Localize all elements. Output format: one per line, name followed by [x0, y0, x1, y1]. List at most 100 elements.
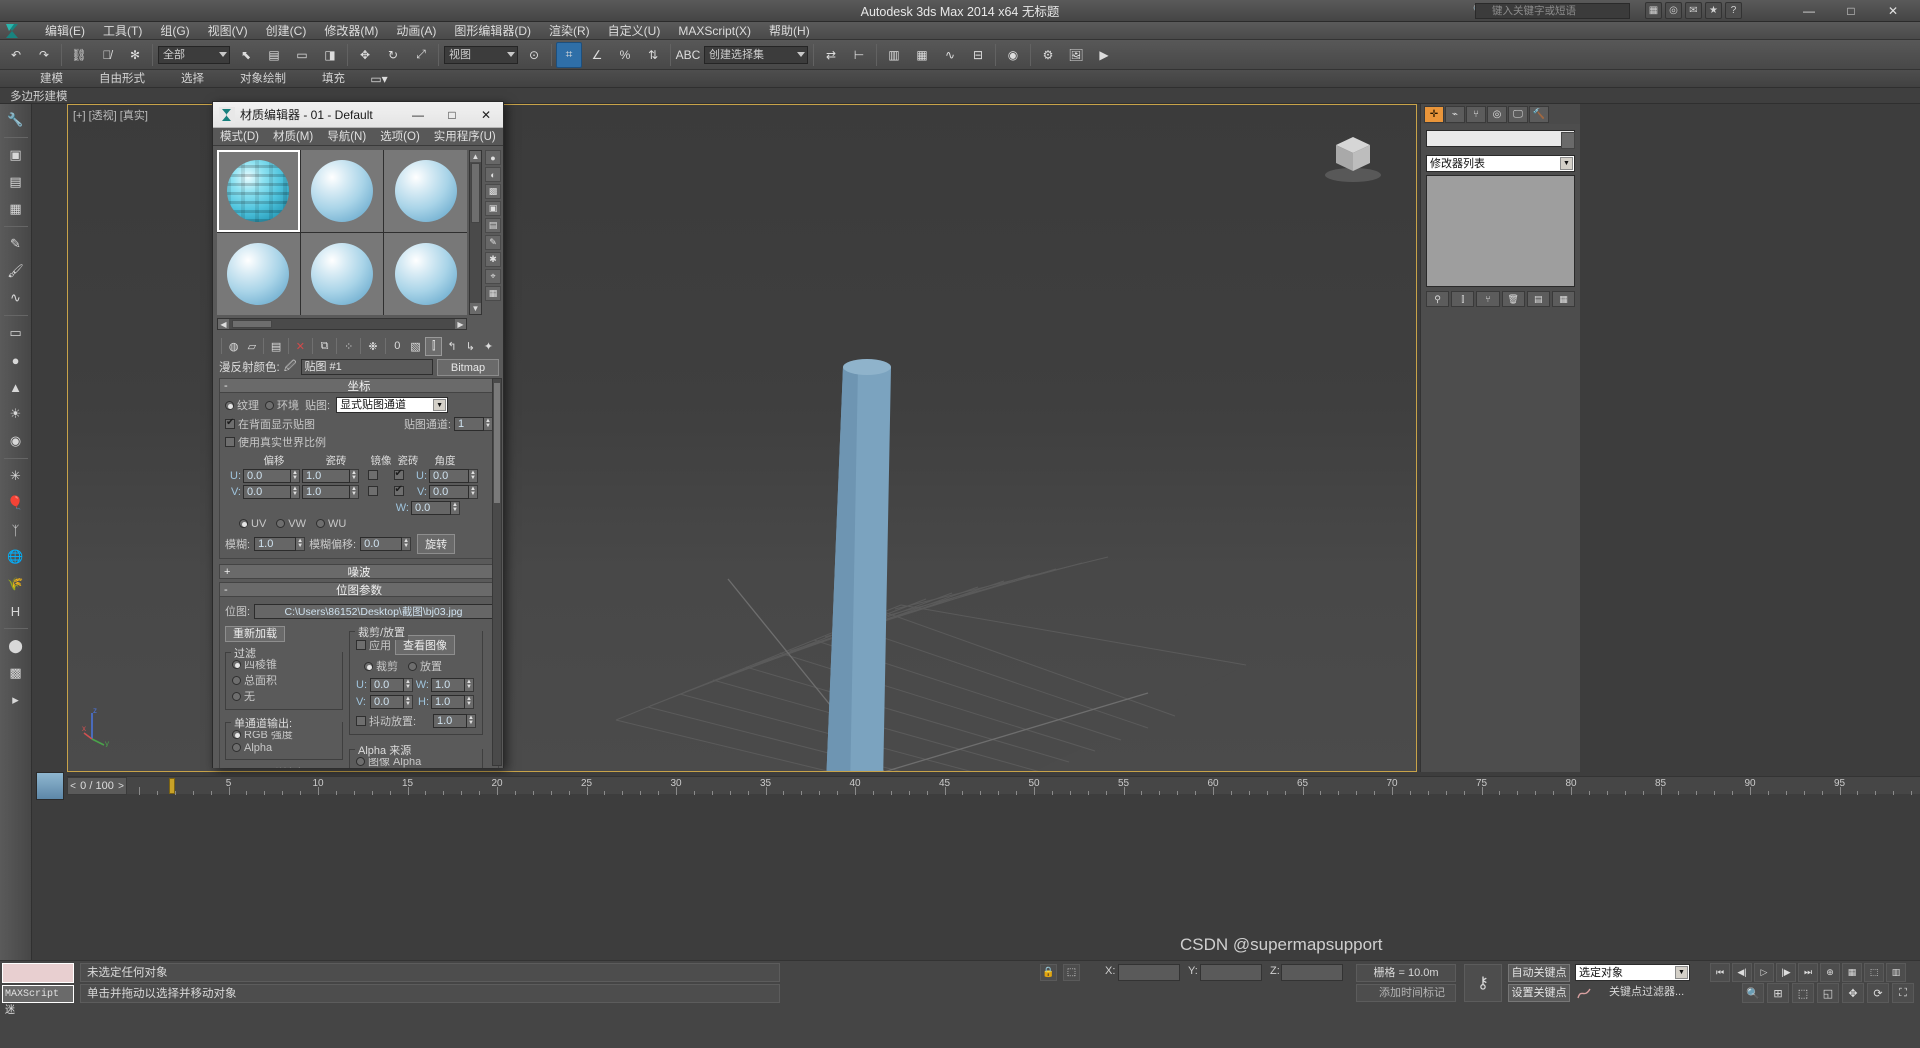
spinner-arrows-icon[interactable]: ▲ ▼ [469, 485, 478, 499]
sphere-shade-icon[interactable]: ● [3, 348, 29, 372]
rollout-coordinates-header[interactable]: - 坐标 [219, 378, 499, 393]
viewport-label[interactable]: [+] [透视] [真实] [73, 107, 148, 123]
go-to-end-icon[interactable]: ⏭ [1798, 963, 1818, 982]
show-map-on-back-checkbox[interactable]: 在背面显示贴图 [225, 416, 315, 432]
v-angle-spinner[interactable]: 0.0 ▲ ▼ [429, 485, 478, 499]
menu-item-rendering[interactable]: 渲染(R) [540, 22, 599, 40]
wu-radio[interactable]: WU [316, 518, 346, 530]
spinner-arrows-icon[interactable]: ▲ ▼ [350, 469, 359, 483]
time-configuration-icon[interactable]: ⊕ [1820, 963, 1840, 982]
crop-radio[interactable]: 裁剪 [364, 658, 398, 674]
assign-material-to-selection-icon[interactable]: ▤ [267, 337, 284, 356]
v-angle-value[interactable]: 0.0 [429, 485, 469, 499]
cube-icon[interactable]: ▣ [3, 143, 29, 167]
spinner-arrows-icon[interactable]: ▲ ▼ [404, 678, 413, 692]
make-unique-icon[interactable]: ⁘ [340, 337, 357, 356]
play-animation-icon[interactable]: ▷ [1754, 963, 1774, 982]
spline-icon[interactable]: ∿ [3, 286, 29, 310]
select-scale-icon[interactable]: ⤢ [408, 42, 434, 68]
scroll-thumb[interactable] [232, 320, 272, 328]
menu-item-views[interactable]: 视图(V) [199, 22, 257, 40]
help-search-input[interactable]: 键入关键字或短语 [1475, 3, 1630, 19]
track-bar[interactable]: 0 / 100 < > 5 10 15 20 25 30 35 40 45 50 55 60 65 70 7… [67, 776, 1920, 795]
sample-slot-4[interactable] [217, 233, 300, 315]
put-to-library-icon[interactable]: ❉ [364, 337, 381, 356]
menu-item-maxscript[interactable]: MAXScript(X) [669, 22, 760, 40]
sample-type-sphere-icon[interactable]: ● [485, 150, 501, 165]
menu-item-modifiers[interactable]: 修改器(M) [315, 22, 387, 40]
make-unique-icon[interactable]: ⑂ [1476, 291, 1500, 307]
options-icon[interactable]: ✱ [485, 252, 501, 267]
crop-v-value[interactable]: 0.0 [370, 695, 404, 709]
utilities-tab-icon[interactable]: 🔨 [1529, 105, 1549, 123]
key-mode-toggle-3-icon[interactable]: ▥ [1886, 963, 1906, 982]
percent-snap-icon[interactable]: % [612, 42, 638, 68]
white-sphere-icon[interactable]: ⬤ [3, 634, 29, 658]
timeline-ruler[interactable]: 5101520253035404550556065707580859095100 [129, 777, 1920, 795]
w-angle-spinner[interactable]: 0.0 ▲ ▼ [411, 501, 460, 515]
x-coord-field[interactable] [1118, 964, 1180, 981]
jitter-value[interactable]: 1.0 [433, 714, 467, 728]
slots-vertical-scrollbar[interactable]: ▲ ▼ [469, 150, 482, 315]
hierarchy-tab-icon[interactable]: ⑂ [1466, 105, 1486, 123]
reload-button[interactable]: 重新加载 [225, 626, 285, 642]
motion-tab-icon[interactable]: ◎ [1487, 105, 1507, 123]
menu-item-animation[interactable]: 动画(A) [387, 22, 445, 40]
prev-frame-icon[interactable]: < [67, 777, 79, 795]
minimize-button[interactable]: — [1788, 0, 1830, 22]
crop-h-spinner[interactable]: 1.0 ▲ ▼ [431, 695, 474, 709]
layer-manager-icon[interactable]: ▥ [881, 42, 907, 68]
w-angle-value[interactable]: 0.0 [411, 501, 451, 515]
texture-radio[interactable]: 纹理 [225, 397, 259, 413]
modify-tab-icon[interactable]: ⌁ [1445, 105, 1465, 123]
v-tile-checkbox[interactable] [393, 484, 404, 496]
menu-item-group[interactable]: 组(G) [151, 22, 198, 40]
particle-icon[interactable]: ✳ [3, 464, 29, 488]
configure-sets-icon[interactable]: ▤ [1526, 291, 1550, 307]
redo-icon[interactable]: ↷ [31, 42, 57, 68]
snap-toggle-icon[interactable]: ⌗ [556, 41, 582, 68]
edit-named-selection-icon[interactable]: ABC [675, 42, 701, 68]
previous-frame-icon[interactable]: ◀| [1732, 963, 1752, 982]
rollout-bitmap-params-header[interactable]: - 位图参数 [219, 582, 499, 597]
modifier-stack-list[interactable] [1426, 175, 1575, 287]
unlink-icon[interactable]: ⛓̸ [94, 42, 120, 68]
backlight-icon[interactable]: ◐ [485, 167, 501, 182]
zoom-icon[interactable]: 🔍 [1742, 983, 1764, 1003]
u-angle-spinner[interactable]: 0.0 ▲ ▼ [429, 469, 478, 483]
mapping-combo[interactable]: 显式贴图通道 ▼ [336, 397, 449, 413]
ribbon-tab-modeling[interactable]: 建模 [22, 70, 81, 88]
material-id-icon[interactable]: 0 [389, 337, 406, 356]
maximize-button[interactable]: □ [1830, 0, 1872, 22]
balloon-icon[interactable]: 🎈 [3, 491, 29, 515]
blur-spinner[interactable]: 1.0 ▲ ▼ [254, 537, 306, 551]
reset-map-icon[interactable]: ✕ [292, 337, 309, 356]
blur-value[interactable]: 1.0 [254, 537, 297, 551]
dialog-maximize-button[interactable]: □ [435, 102, 469, 127]
render-setup-icon[interactable]: ⚙ [1035, 42, 1061, 68]
z-coord-field[interactable] [1281, 964, 1343, 981]
material-type-icon[interactable]: ✦ [480, 337, 497, 356]
material-editor-dialog[interactable]: 材质编辑器 - 01 - Default — □ ✕ 模式(D) 材质(M) 导… [212, 101, 504, 768]
viewport-slot-thumbnail[interactable] [36, 772, 64, 800]
scroll-up-icon[interactable]: ▲ [470, 151, 481, 162]
ribbon-toggle-icon[interactable]: ▦ [909, 42, 935, 68]
mono-alpha-radio[interactable]: Alpha [232, 742, 336, 754]
curve-editor-icon[interactable]: ∿ [937, 42, 963, 68]
selection-filter-combo[interactable]: 全部 [158, 45, 230, 64]
scroll-thumb[interactable] [494, 383, 500, 503]
ribbon-tab-selection[interactable]: 选择 [163, 70, 222, 88]
spinner-arrows-icon[interactable]: ▲ ▼ [291, 485, 300, 499]
background-checker-icon[interactable]: ▩ [485, 184, 501, 199]
hair-icon[interactable]: 🌾 [3, 572, 29, 596]
light-icon[interactable]: ☀ [3, 402, 29, 426]
blur-offset-value[interactable]: 0.0 [360, 537, 403, 551]
u-tiling-spinner[interactable]: 1.0 ▲ ▼ [302, 469, 359, 483]
me-menu-mode[interactable]: 模式(D) [213, 128, 266, 146]
spinner-arrows-icon[interactable]: ▲ ▼ [465, 678, 474, 692]
jitter-spinner[interactable]: 1.0 ▲ ▼ [433, 714, 476, 728]
schematic-view-icon[interactable]: ⊟ [965, 42, 991, 68]
remove-modifier-icon[interactable]: 🗑 [1501, 291, 1525, 307]
globe-icon[interactable]: 🌐 [3, 545, 29, 569]
communication-icon[interactable]: ✉ [1685, 2, 1702, 19]
